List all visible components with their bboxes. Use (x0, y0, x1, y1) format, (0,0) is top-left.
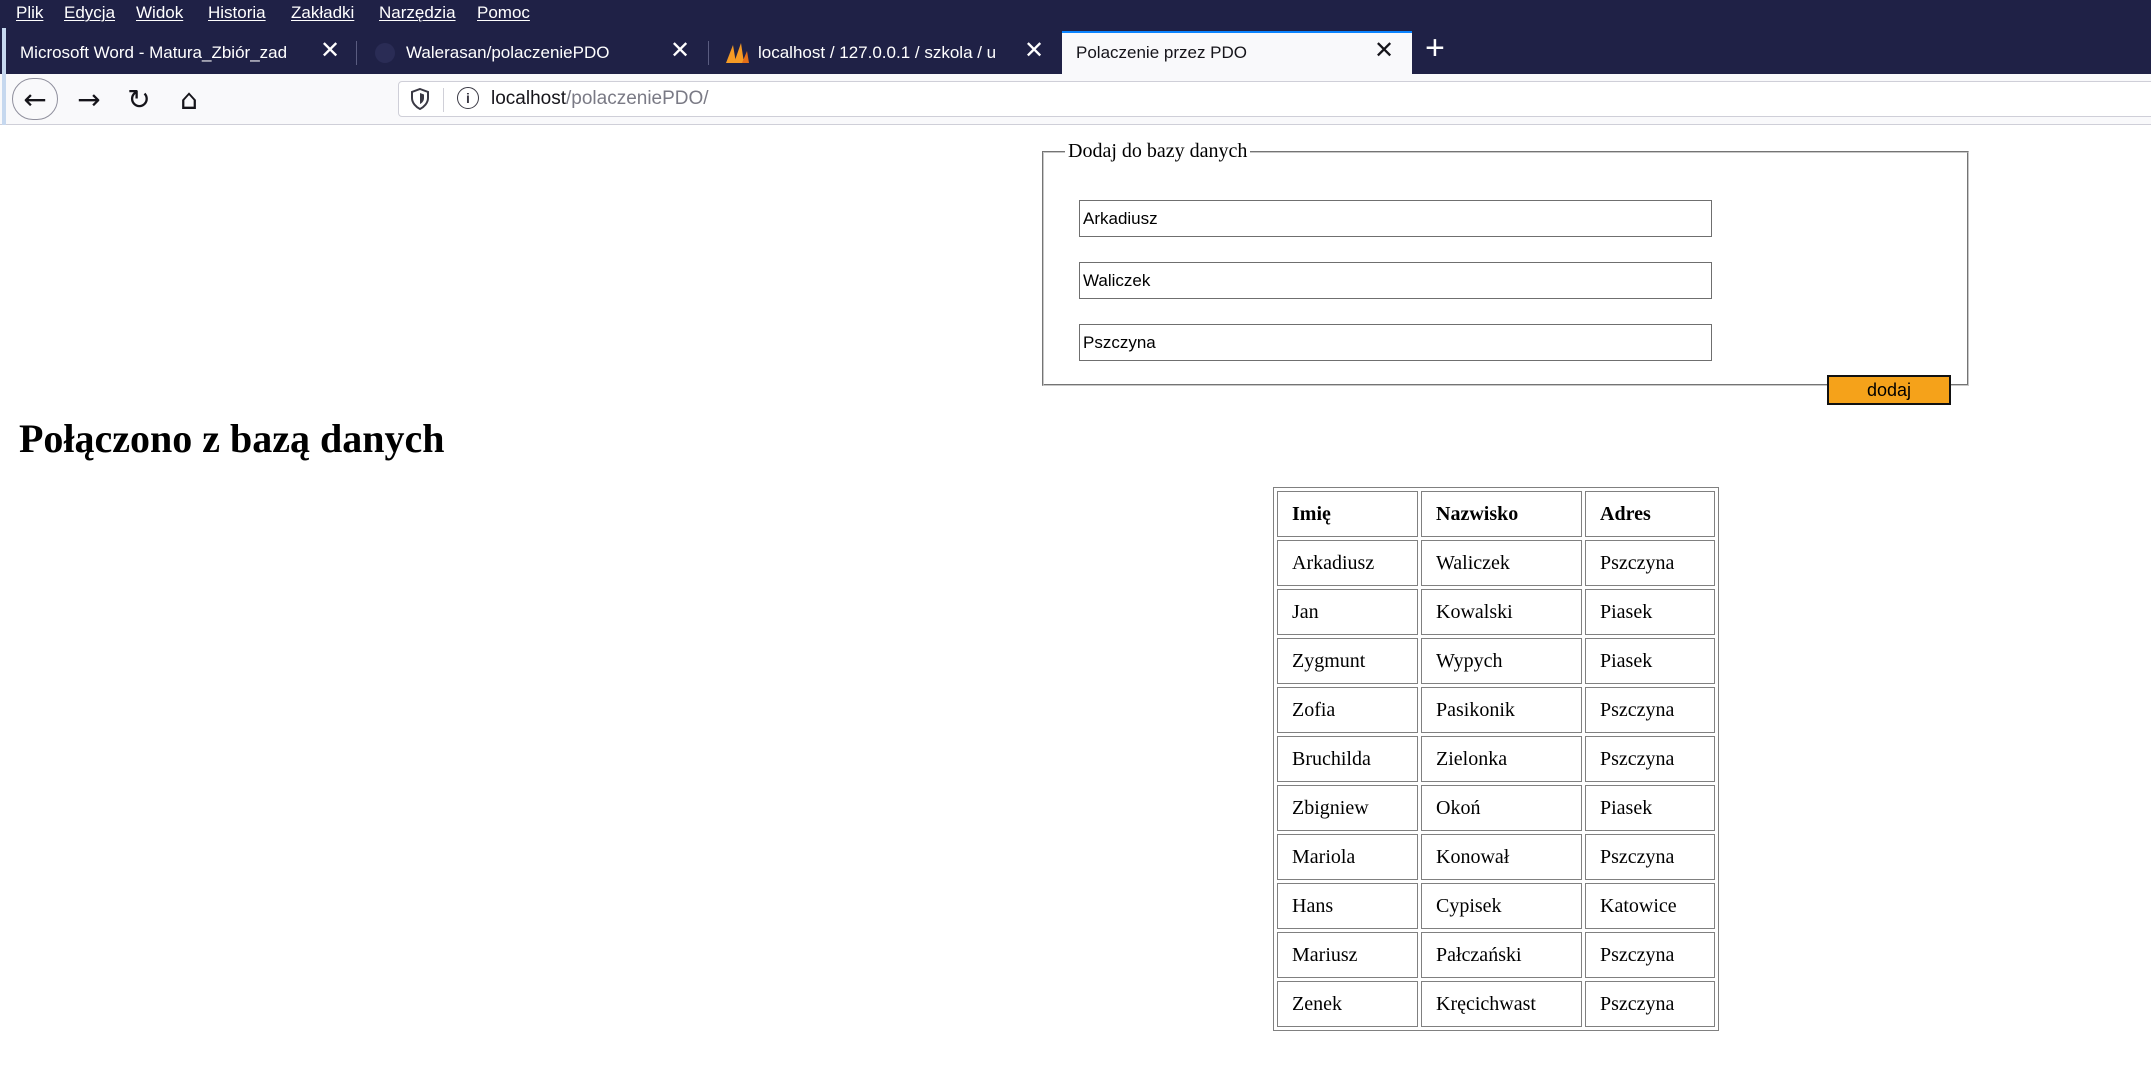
add-record-form: Dodaj do bazy danych dodaj (1042, 140, 1969, 405)
tab-github[interactable]: Walerasan/polaczeniePDO ✕ (360, 33, 702, 72)
home-button[interactable]: ⌂ (169, 79, 209, 119)
cell-last-name: Pasikonik (1421, 687, 1582, 733)
first-name-input[interactable] (1079, 200, 1712, 237)
reload-button[interactable]: ↻ (119, 79, 159, 119)
forward-button[interactable]: → (69, 79, 109, 119)
cell-first-name: Mariusz (1277, 932, 1418, 978)
add-button[interactable]: dodaj (1827, 375, 1951, 405)
table-row: Hans Cypisek Katowice (1277, 883, 1715, 929)
table-row: Mariola Konował Pszczyna (1277, 834, 1715, 880)
cell-first-name: Arkadiusz (1277, 540, 1418, 586)
cell-last-name: Waliczek (1421, 540, 1582, 586)
last-name-input[interactable] (1079, 262, 1712, 299)
cell-last-name: Cypisek (1421, 883, 1582, 929)
tab-separator (708, 41, 709, 65)
connection-status-heading: Połączono z bazą danych (19, 416, 445, 461)
cell-address: Piasek (1585, 785, 1715, 831)
column-header-address: Adres (1585, 491, 1715, 537)
tab-polaczenie-pdo[interactable]: Polaczenie przez PDO ✕ (1062, 31, 1412, 76)
cell-last-name: Pałczański (1421, 932, 1582, 978)
cell-first-name: Jan (1277, 589, 1418, 635)
table-row: Jan Kowalski Piasek (1277, 589, 1715, 635)
url-host: localhost (491, 88, 566, 109)
cell-address: Pszczyna (1585, 540, 1715, 586)
cell-first-name: Mariola (1277, 834, 1418, 880)
people-table: Imię Nazwisko Adres Arkadiusz Waliczek P… (1273, 487, 1719, 1031)
cell-last-name: Kowalski (1421, 589, 1582, 635)
cell-address: Pszczyna (1585, 834, 1715, 880)
table-row: Zygmunt Wypych Piasek (1277, 638, 1715, 684)
tab-label: Microsoft Word - Matura_Zbiór_zad (20, 43, 288, 62)
tab-label: localhost / 127.0.0.1 / szkola / u (758, 43, 997, 62)
cell-address: Pszczyna (1585, 687, 1715, 733)
cell-first-name: Zofia (1277, 687, 1418, 733)
new-tab-button[interactable]: + (1425, 31, 1445, 65)
cell-address: Pszczyna (1585, 736, 1715, 782)
cell-last-name: Zielonka (1421, 736, 1582, 782)
tab-phpmyadmin[interactable]: localhost / 127.0.0.1 / szkola / u ✕ (712, 33, 1062, 72)
close-icon[interactable]: ✕ (320, 37, 340, 65)
tab-separator (356, 41, 357, 65)
menu-zakladki[interactable]: Zakładki (291, 3, 354, 23)
cell-last-name: Wypych (1421, 638, 1582, 684)
table-row: Arkadiusz Waliczek Pszczyna (1277, 540, 1715, 586)
page-content: Dodaj do bazy danych dodaj Połączono z b… (0, 125, 2151, 1081)
url-path: /polaczeniePDO/ (566, 88, 709, 109)
close-icon[interactable]: ✕ (670, 37, 690, 65)
cell-address: Katowice (1585, 883, 1715, 929)
cell-first-name: Hans (1277, 883, 1418, 929)
table-row: Zofia Pasikonik Pszczyna (1277, 687, 1715, 733)
table-row: Mariusz Pałczański Pszczyna (1277, 932, 1715, 978)
menu-historia[interactable]: Historia (208, 3, 266, 23)
navigation-bar: ← → ↻ ⌂ i localhost/polaczeniePDO/ (0, 74, 2151, 125)
cell-address: Piasek (1585, 589, 1715, 635)
column-header-first-name: Imię (1277, 491, 1418, 537)
close-icon[interactable]: ✕ (1024, 37, 1044, 65)
phpmyadmin-icon (726, 43, 749, 63)
close-icon[interactable]: ✕ (1374, 37, 1394, 65)
tracking-shield-icon[interactable] (411, 88, 429, 110)
table-row: Bruchilda Zielonka Pszczyna (1277, 736, 1715, 782)
tab-label: Walerasan/polaczeniePDO (406, 43, 610, 62)
table-row: Zbigniew Okoń Piasek (1277, 785, 1715, 831)
back-button[interactable]: ← (12, 78, 58, 120)
cell-address: Pszczyna (1585, 932, 1715, 978)
url-text[interactable]: localhost/polaczeniePDO/ (491, 88, 709, 110)
url-bar[interactable]: i localhost/polaczeniePDO/ (398, 81, 2151, 117)
menu-edycja[interactable]: Edycja (64, 3, 115, 23)
cell-first-name: Bruchilda (1277, 736, 1418, 782)
url-divider (443, 88, 444, 112)
form-legend: Dodaj do bazy danych (1068, 140, 1248, 162)
site-info-icon[interactable]: i (457, 87, 479, 109)
cell-first-name: Zenek (1277, 981, 1418, 1027)
cell-first-name: Zbigniew (1277, 785, 1418, 831)
table-header-row: Imię Nazwisko Adres (1277, 491, 1715, 537)
tab-label: Polaczenie przez PDO (1076, 43, 1248, 62)
cell-first-name: Zygmunt (1277, 638, 1418, 684)
table-row: Zenek Kręcichwast Pszczyna (1277, 981, 1715, 1027)
menu-narzedzia[interactable]: Narzędzia (379, 3, 456, 23)
menu-plik[interactable]: Plik (16, 3, 43, 23)
tab-word[interactable]: Microsoft Word - Matura_Zbiór_zad ✕ (0, 33, 352, 72)
cell-address: Piasek (1585, 638, 1715, 684)
cell-last-name: Konował (1421, 834, 1582, 880)
menu-pomoc[interactable]: Pomoc (477, 3, 530, 23)
cell-address: Pszczyna (1585, 981, 1715, 1027)
cell-last-name: Kręcichwast (1421, 981, 1582, 1027)
cell-last-name: Okoń (1421, 785, 1582, 831)
address-input[interactable] (1079, 324, 1712, 361)
column-header-last-name: Nazwisko (1421, 491, 1582, 537)
menu-widok[interactable]: Widok (136, 3, 183, 23)
tab-strip: Microsoft Word - Matura_Zbiór_zad ✕ Wale… (0, 27, 2151, 76)
github-icon (375, 43, 395, 63)
menu-bar: Plik Edycja Widok Historia Zakładki Narz… (0, 0, 2151, 27)
